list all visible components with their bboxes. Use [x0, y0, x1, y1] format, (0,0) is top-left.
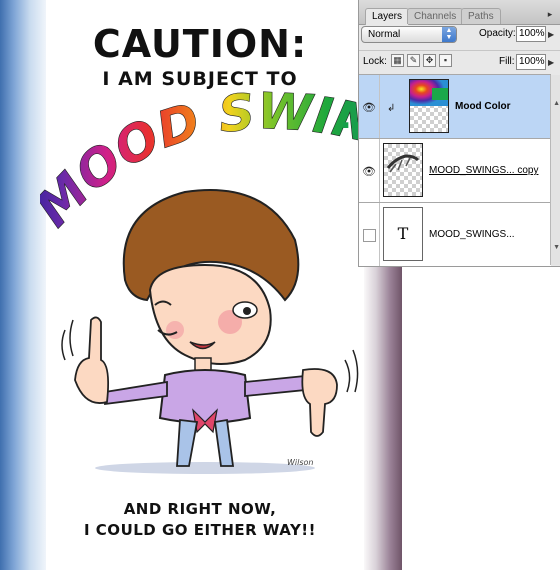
- clipping-mask-arrow-icon: ↲: [387, 103, 396, 114]
- opacity-slider-arrow-icon[interactable]: ▶: [548, 30, 554, 39]
- caution-heading: CAUTION:: [92, 22, 308, 66]
- cheek-blush-left: [166, 321, 184, 339]
- eye-icon[interactable]: 👁: [362, 101, 376, 114]
- tab-channels[interactable]: Channels: [407, 8, 464, 24]
- visibility-toggle[interactable]: [359, 203, 380, 266]
- motion-mark-right: [344, 359, 351, 393]
- thumbs-down-hand: [301, 368, 338, 437]
- lock-label: Lock:: [363, 56, 387, 67]
- opacity-label: Opacity:: [479, 28, 516, 39]
- lock-position-move-icon[interactable]: ✥: [423, 54, 436, 67]
- motion-mark-left: [61, 329, 66, 361]
- layer-row-mood-color[interactable]: 👁 ↲ Mood Color: [359, 74, 551, 139]
- palette-tab-bar: Layers Channels Paths ▸: [359, 0, 560, 25]
- fill-slider-arrow-icon[interactable]: ▶: [548, 58, 554, 67]
- text-raster-thumbnail: [386, 154, 420, 173]
- palette-menu-icon[interactable]: ▸: [543, 8, 557, 20]
- eye-icon[interactable]: 👁: [362, 165, 376, 178]
- motion-mark-right-2: [352, 349, 359, 393]
- layer-name-mood-color[interactable]: Mood Color: [455, 101, 511, 112]
- opacity-field[interactable]: 100%: [516, 26, 546, 42]
- right-leg: [213, 418, 235, 467]
- scroll-up-arrow-icon[interactable]: ▲: [553, 100, 560, 107]
- blend-mode-value: Normal: [368, 29, 401, 40]
- pupil-right: [243, 307, 251, 315]
- left-leg: [176, 418, 199, 467]
- blend-mode-select[interactable]: Normal ▲ ▼: [361, 26, 457, 43]
- lock-all-icon[interactable]: ▪: [439, 54, 452, 67]
- layer-row-mood-swings[interactable]: T MOOD_SWINGS...: [359, 202, 551, 266]
- motion-mark-left-2: [69, 319, 74, 357]
- layer-name-mood-swings[interactable]: MOOD_SWINGS...: [429, 229, 515, 240]
- select-arrows-icon: ▲ ▼: [442, 27, 456, 42]
- thumbs-up-hand: [74, 316, 110, 404]
- scroll-down-arrow-icon[interactable]: ▼: [553, 244, 560, 251]
- layer-thumbnail-type: T: [383, 207, 423, 261]
- visibility-toggle[interactable]: 👁: [359, 139, 380, 203]
- tab-paths[interactable]: Paths: [461, 8, 501, 24]
- visibility-empty-box-icon[interactable]: [363, 229, 376, 242]
- right-arm: [244, 375, 306, 397]
- type-layer-icon: T: [397, 224, 409, 243]
- layers-palette: Layers Channels Paths ▸ Normal ▲ ▼ Opacit…: [358, 0, 560, 267]
- layer-name-mood-swings-copy[interactable]: MOOD_SWINGS... copy: [429, 165, 538, 176]
- bottom-caption-line1: AND RIGHT NOW,: [123, 500, 277, 518]
- lock-transparency-icon[interactable]: ▦: [391, 54, 404, 67]
- layer-row-mood-swings-copy[interactable]: 👁 MOOD_SWINGS... copy: [359, 138, 551, 203]
- document-canvas[interactable]: CAUTION: I AM SUBJECT TO MOOD SWINGS ..: [0, 0, 402, 570]
- shirt: [158, 369, 252, 424]
- tab-layers[interactable]: Layers: [365, 8, 410, 25]
- left-arm: [104, 380, 168, 406]
- lock-pixels-brush-icon[interactable]: ✎: [407, 54, 420, 67]
- fill-field[interactable]: 100%: [516, 54, 546, 70]
- visibility-toggle[interactable]: 👁: [359, 75, 380, 139]
- blend-opacity-row: Normal ▲ ▼ Opacity: 100% ▶: [359, 26, 560, 48]
- artist-signature: Wilson: [287, 458, 314, 467]
- layer-thumbnail-mood-swings-copy: [383, 143, 423, 197]
- cartoon-woman-illustration: Wilson: [61, 189, 359, 474]
- layer-thumbnail-mood-color: [409, 79, 449, 133]
- bottom-caption-line2: I COULD GO EITHER WAY!!: [84, 521, 316, 539]
- ground-shadow: [95, 462, 315, 474]
- fill-label: Fill:: [499, 56, 515, 67]
- rainbow-thumbnail: [410, 80, 448, 106]
- lock-fill-row: Lock: ▦ ✎ ✥ ▪ Fill: 100% ▶: [359, 50, 560, 73]
